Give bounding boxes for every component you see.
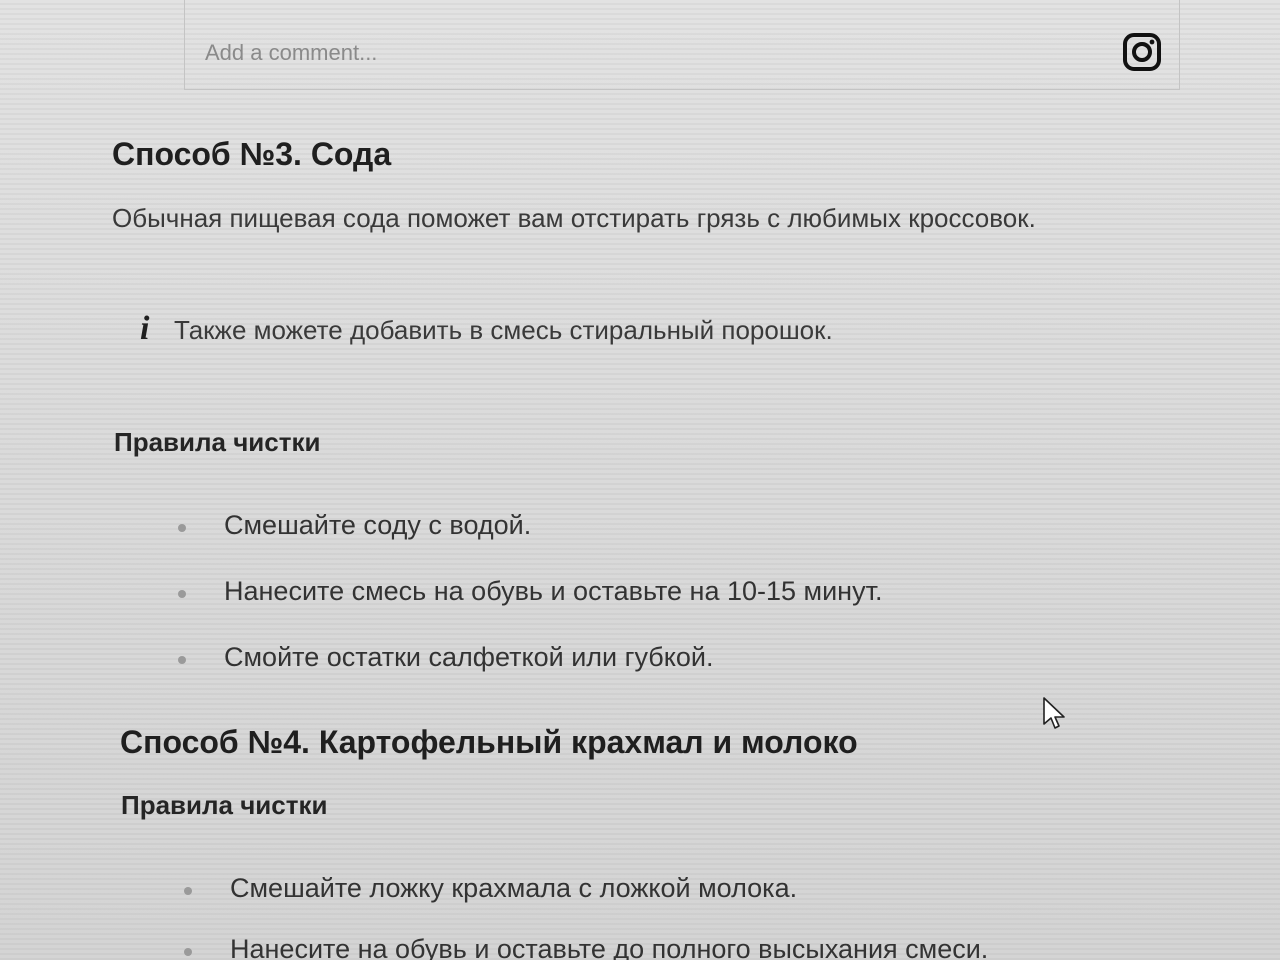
article-page: Способ №3. Сода Обычная пищевая сода пом… xyxy=(0,0,1280,960)
section-3-rules-title: Правила чистки xyxy=(114,427,321,457)
section-4-rules-title: Правила чистки xyxy=(121,790,328,820)
bullet-icon xyxy=(184,948,192,956)
section-4-title: Способ №4. Картофельный крахмал и молоко xyxy=(120,724,858,760)
list-item-text: Смойте остатки салфеткой или губкой. xyxy=(224,642,714,672)
list-item-text: Смешайте ложку крахмала с ложкой молока. xyxy=(230,873,798,903)
list-item-text: Нанесите смесь на обувь и оставьте на 10… xyxy=(224,576,883,606)
instagram-icon[interactable] xyxy=(1122,32,1162,72)
bullet-icon xyxy=(178,590,186,598)
bullet-icon xyxy=(178,524,186,532)
mouse-cursor-icon xyxy=(1043,697,1065,729)
section-3-title: Способ №3. Сода xyxy=(112,136,392,172)
section-3-intro: Обычная пищевая сода поможет вам отстира… xyxy=(112,203,1036,233)
bullet-icon xyxy=(184,887,192,895)
comment-input[interactable] xyxy=(205,40,1005,66)
info-note-text: Также можете добавить в смесь стиральный… xyxy=(174,315,833,345)
comment-box xyxy=(184,0,1180,90)
info-icon: i xyxy=(140,310,150,347)
list-item-text: Смешайте соду с водой. xyxy=(224,510,532,540)
bullet-icon xyxy=(178,656,186,664)
list-item-text: Нанесите на обувь и оставьте до полного … xyxy=(230,934,989,960)
